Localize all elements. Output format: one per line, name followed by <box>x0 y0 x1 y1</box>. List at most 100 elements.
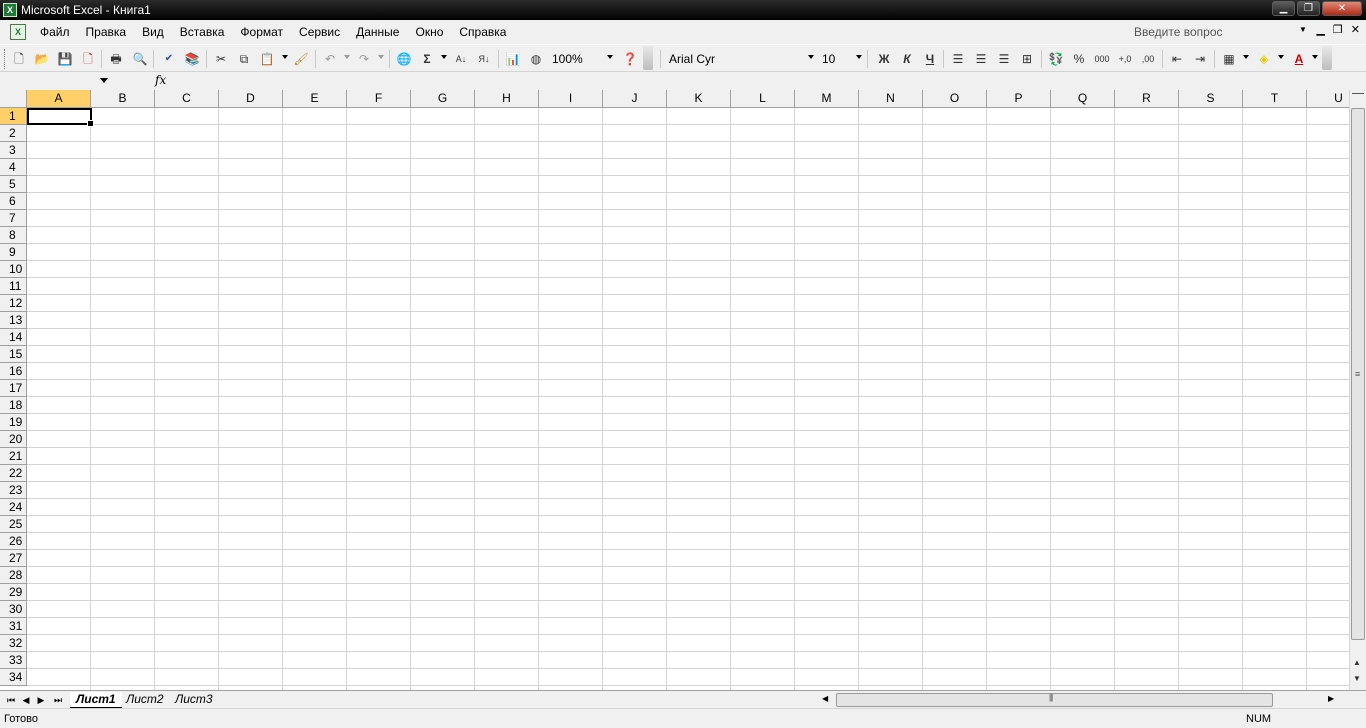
fill-color-icon[interactable]: ◈ <box>1255 50 1273 68</box>
row-header[interactable]: 26 <box>0 533 27 550</box>
increase-decimal-icon[interactable]: +,0 <box>1116 50 1134 68</box>
hyperlink-icon[interactable]: 🌐 <box>395 50 413 68</box>
copy-icon[interactable]: ⧉ <box>235 50 253 68</box>
row-header[interactable]: 13 <box>0 312 27 329</box>
menu-edit[interactable]: Правка <box>78 20 135 44</box>
font-size-select[interactable]: 10 <box>818 50 862 68</box>
row-header[interactable]: 4 <box>0 159 27 176</box>
autosum-icon[interactable]: Σ <box>418 50 436 68</box>
bold-button[interactable]: Ж <box>875 50 893 68</box>
document-icon[interactable]: X <box>10 24 26 40</box>
percent-button[interactable]: % <box>1070 50 1088 68</box>
font-name-select[interactable]: Arial Cyr <box>665 50 815 68</box>
row-header[interactable]: 28 <box>0 567 27 584</box>
column-header[interactable]: Q <box>1051 90 1115 108</box>
column-header[interactable]: A <box>27 90 91 108</box>
formula-input[interactable] <box>172 73 1362 89</box>
insert-function-button[interactable]: fx <box>155 73 166 87</box>
row-header[interactable]: 21 <box>0 448 27 465</box>
column-header[interactable]: I <box>539 90 603 108</box>
cells-area[interactable] <box>27 108 1349 690</box>
close-button[interactable]: ✕ <box>1322 1 1362 16</box>
decrease-decimal-icon[interactable]: ,00 <box>1139 50 1157 68</box>
row-header[interactable]: 7 <box>0 210 27 227</box>
last-sheet-icon[interactable]: ⏭ <box>51 693 65 707</box>
chevron-down-icon[interactable] <box>1243 55 1249 59</box>
sheet-tab-1[interactable]: Лист1 <box>70 692 122 708</box>
align-right-icon[interactable]: ☰ <box>995 50 1013 68</box>
row-header[interactable]: 24 <box>0 499 27 516</box>
scroll-left-icon[interactable]: ◀ <box>822 694 828 703</box>
sort-ascending-icon[interactable]: A↓ <box>452 50 470 68</box>
row-header[interactable]: 3 <box>0 142 27 159</box>
column-header[interactable]: P <box>987 90 1051 108</box>
spelling-icon[interactable]: ✔ <box>160 50 178 68</box>
row-header[interactable]: 10 <box>0 261 27 278</box>
sheet-tab-2[interactable]: Лист2 <box>120 692 170 708</box>
format-painter-icon[interactable]: 🖌 <box>292 50 310 68</box>
chevron-down-icon[interactable] <box>100 78 108 83</box>
toolbar-options-icon[interactable] <box>643 46 653 70</box>
row-header[interactable]: 34 <box>0 669 27 686</box>
underline-button[interactable]: Ч <box>921 50 939 68</box>
research-icon[interactable]: 📚 <box>183 50 201 68</box>
redo-icon[interactable]: ↷ <box>355 50 373 68</box>
borders-icon[interactable]: ▦ <box>1220 50 1238 68</box>
column-header[interactable]: N <box>859 90 923 108</box>
column-header[interactable]: S <box>1179 90 1243 108</box>
sheet-tab-3[interactable]: Лист3 <box>169 692 219 708</box>
horizontal-scroll-thumb[interactable] <box>836 693 1273 707</box>
prev-sheet-icon[interactable]: ◀ <box>19 693 33 707</box>
column-header[interactable]: L <box>731 90 795 108</box>
next-sheet-icon[interactable]: ▶ <box>34 693 48 707</box>
menu-data[interactable]: Данные <box>348 20 407 44</box>
print-icon[interactable]: 🖶 <box>107 50 125 68</box>
chevron-down-icon[interactable] <box>441 55 447 59</box>
vertical-scrollbar[interactable]: ▲ ▼ <box>1349 90 1366 690</box>
align-center-icon[interactable]: ☰ <box>972 50 990 68</box>
horizontal-scrollbar[interactable]: ◀ ▶ <box>818 693 1343 707</box>
print-preview-icon[interactable]: 🔍 <box>131 50 149 68</box>
chevron-down-icon[interactable] <box>1312 55 1318 59</box>
new-document-icon[interactable]: 🗋 <box>10 50 28 68</box>
italic-button[interactable]: К <box>898 50 916 68</box>
row-header[interactable]: 17 <box>0 380 27 397</box>
menu-format[interactable]: Формат <box>232 20 291 44</box>
column-header[interactable]: F <box>347 90 411 108</box>
row-header[interactable]: 1 <box>0 108 27 125</box>
menu-view[interactable]: Вид <box>134 20 172 44</box>
row-header[interactable]: 33 <box>0 652 27 669</box>
chevron-down-icon[interactable] <box>607 55 613 59</box>
cut-icon[interactable]: ✂ <box>212 50 230 68</box>
chevron-down-icon[interactable]: ▼ <box>1299 25 1307 34</box>
row-header[interactable]: 23 <box>0 482 27 499</box>
select-all-button[interactable] <box>0 90 27 108</box>
row-header[interactable]: 19 <box>0 414 27 431</box>
column-header[interactable]: U <box>1307 90 1349 108</box>
restore-button[interactable]: ❐ <box>1297 1 1320 16</box>
help-search-input[interactable]: Введите вопрос <box>1130 23 1310 41</box>
column-header[interactable]: H <box>475 90 539 108</box>
column-header[interactable]: M <box>795 90 859 108</box>
toolbar-grip[interactable] <box>4 49 8 69</box>
save-icon[interactable]: 💾 <box>56 50 74 68</box>
row-header[interactable]: 5 <box>0 176 27 193</box>
menu-insert[interactable]: Вставка <box>172 20 233 44</box>
column-header[interactable]: C <box>155 90 219 108</box>
menu-file[interactable]: Файл <box>32 20 78 44</box>
chart-wizard-icon[interactable]: 📊 <box>504 50 522 68</box>
row-header[interactable]: 29 <box>0 584 27 601</box>
chevron-down-icon[interactable] <box>856 55 862 59</box>
undo-icon[interactable]: ↶ <box>321 50 339 68</box>
row-header[interactable]: 20 <box>0 431 27 448</box>
scroll-down-icon[interactable]: ▼ <box>1353 674 1361 683</box>
increase-indent-icon[interactable]: ⇥ <box>1191 50 1209 68</box>
chevron-down-icon[interactable] <box>378 55 384 59</box>
column-header[interactable]: O <box>923 90 987 108</box>
row-header[interactable]: 12 <box>0 295 27 312</box>
permission-icon[interactable]: 🗋 <box>79 50 97 68</box>
split-handle[interactable] <box>1352 93 1364 96</box>
menu-help[interactable]: Справка <box>451 20 514 44</box>
name-box[interactable] <box>2 73 110 89</box>
sort-descending-icon[interactable]: Я↓ <box>475 50 493 68</box>
